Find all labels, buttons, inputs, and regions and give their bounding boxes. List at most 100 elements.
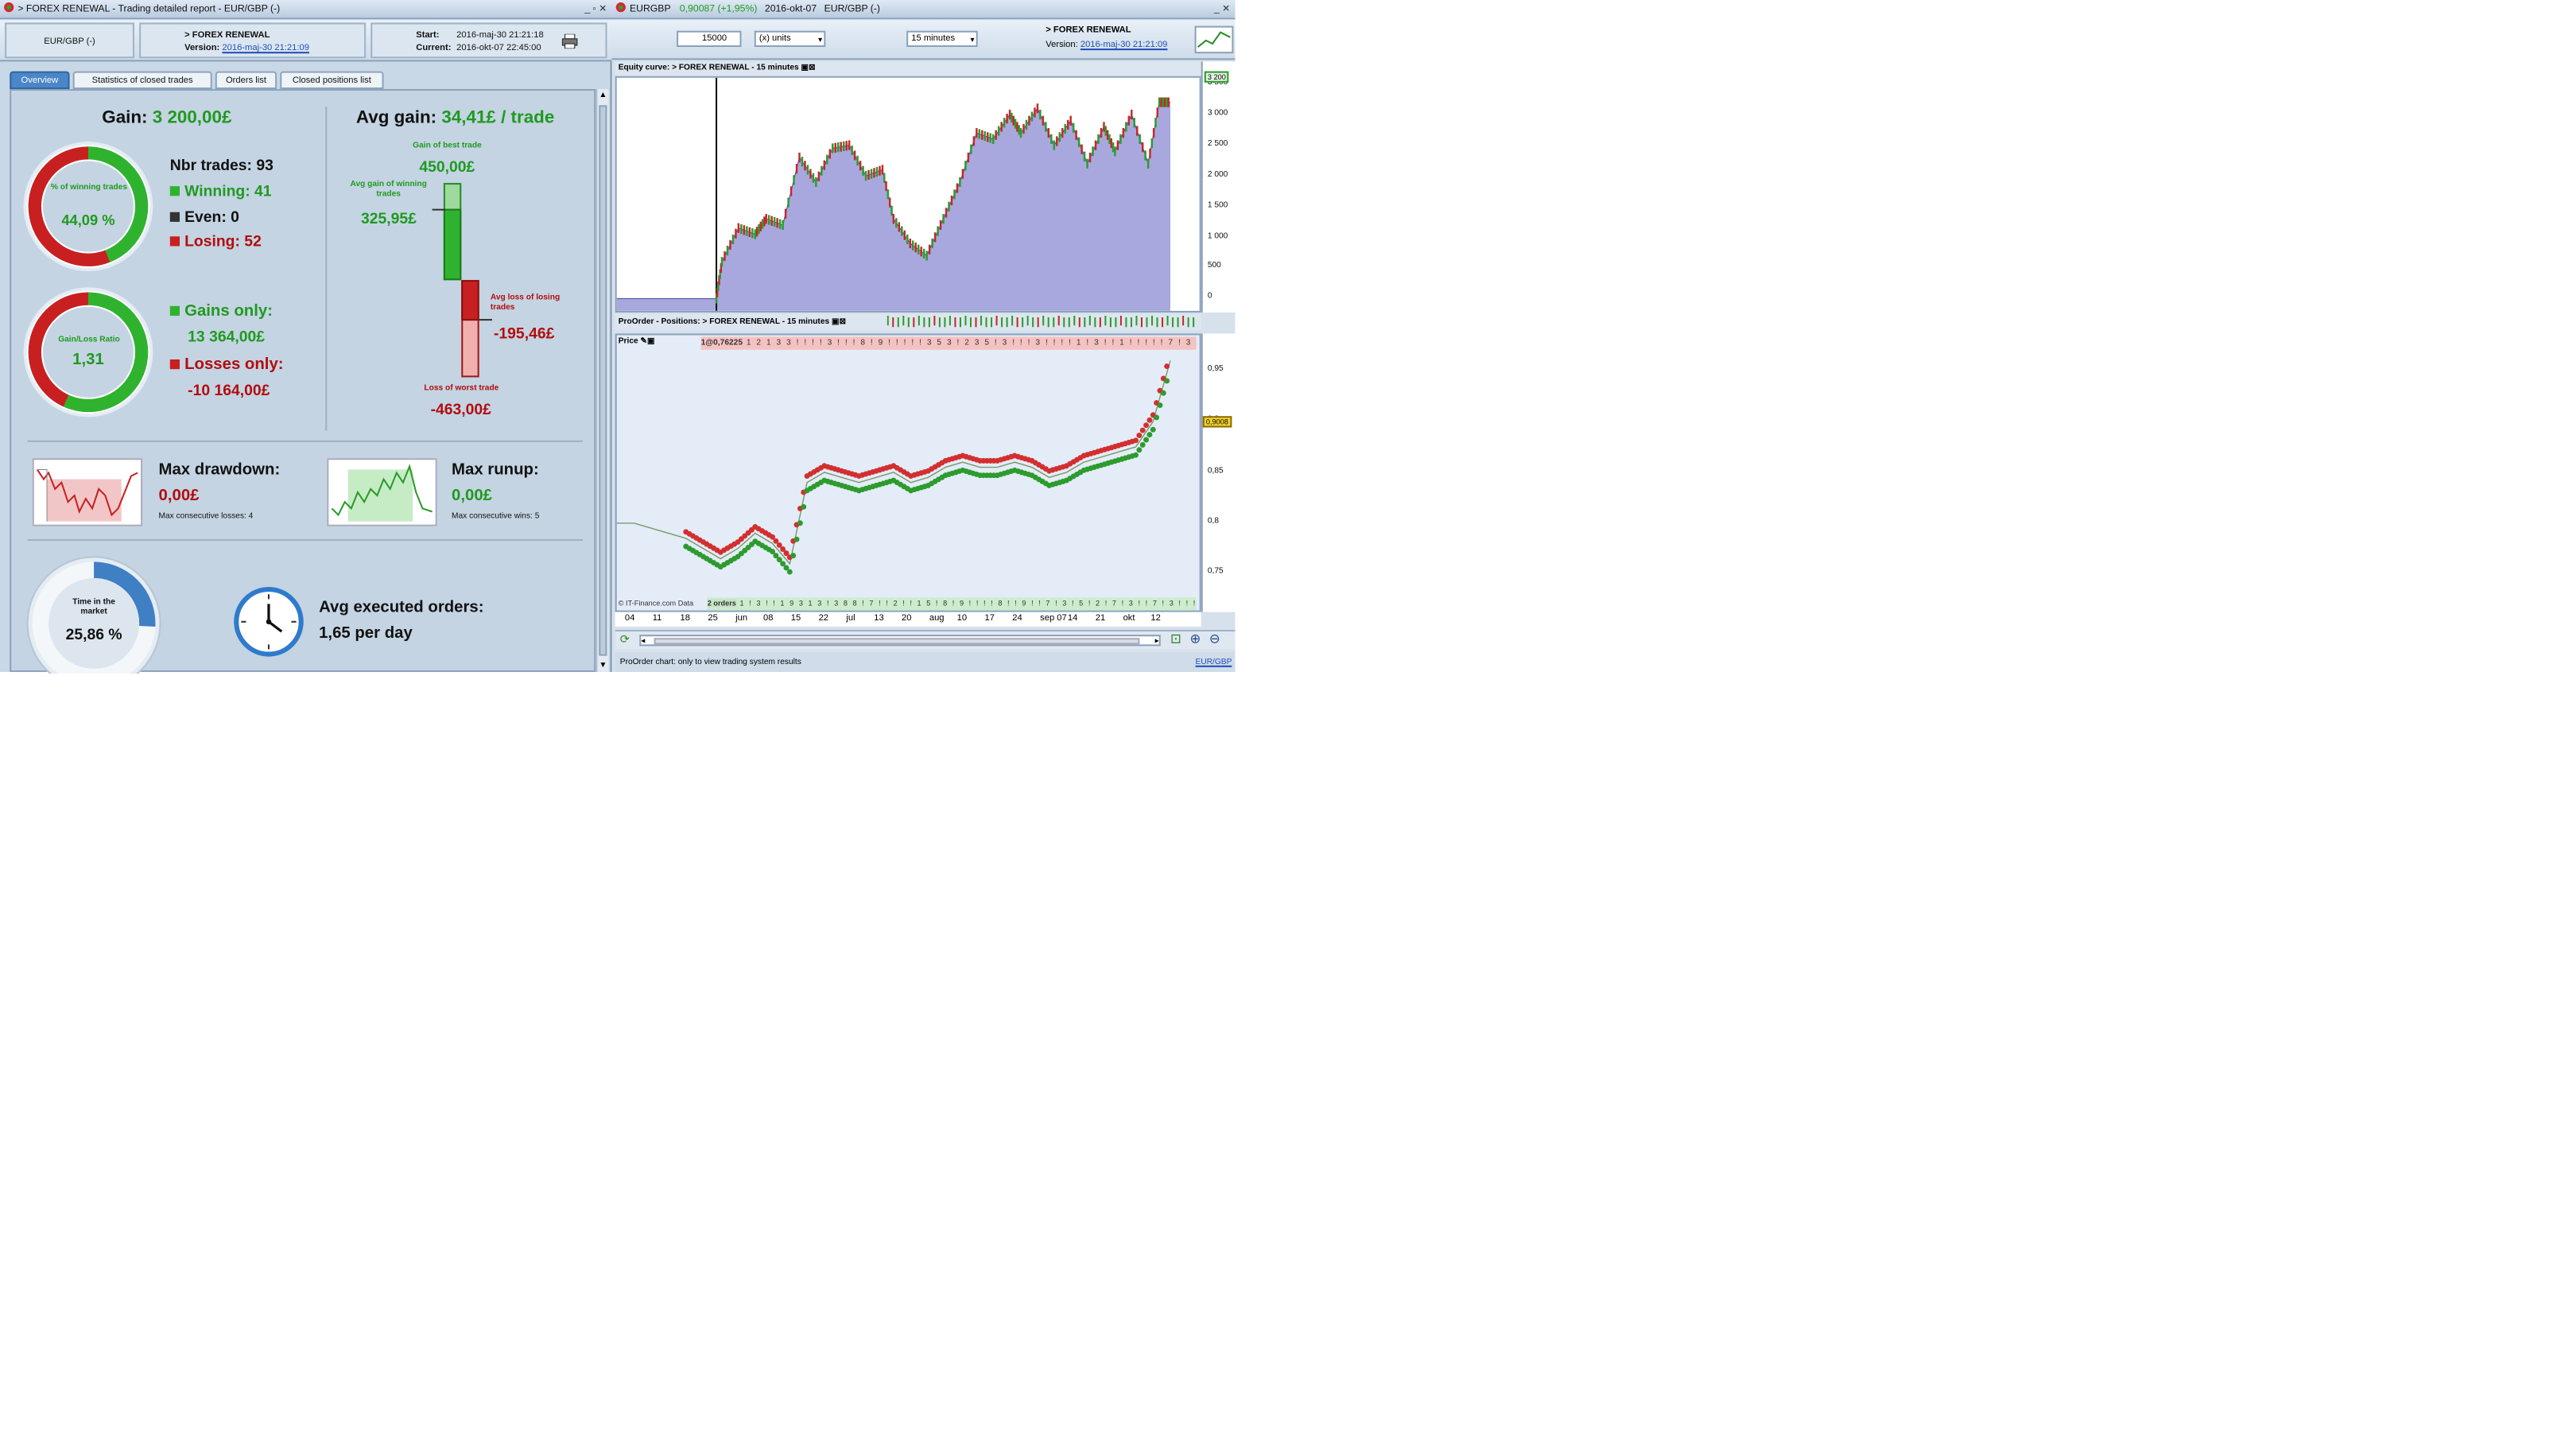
- equity-candle: [1104, 126, 1108, 136]
- scroll-thumb[interactable]: [599, 105, 607, 656]
- time-tick: 18: [680, 613, 690, 623]
- position-tick: [1078, 317, 1080, 328]
- quantity-input[interactable]: 15000: [677, 30, 742, 48]
- report-scrollbar[interactable]: ▲ ▼: [596, 88, 609, 672]
- time-tick: sep 07: [1040, 613, 1067, 623]
- equity-y-tick: 1 000: [1207, 231, 1228, 241]
- print-icon[interactable]: [561, 33, 578, 52]
- tab-closed-positions[interactable]: Closed positions list: [280, 71, 384, 89]
- equity-candle: [798, 152, 801, 163]
- equity-chart[interactable]: [615, 76, 1201, 313]
- time-tick: 20: [902, 613, 912, 623]
- best-trade-value: 450,00£: [419, 158, 475, 177]
- short-marker: [1146, 417, 1153, 423]
- mini-chart-icon[interactable]: [1194, 25, 1234, 54]
- tab-orders-list[interactable]: Orders list: [215, 71, 277, 89]
- gain-heading: Gain: 3 200,00£: [102, 108, 231, 127]
- equity-candle: [867, 169, 870, 180]
- chevron-down-icon[interactable]: ▾: [818, 34, 822, 49]
- equity-candle: [945, 208, 948, 218]
- equity-candle: [1039, 109, 1042, 120]
- equity-candle: [755, 227, 758, 237]
- tab-overview[interactable]: Overview: [10, 71, 70, 89]
- chart-scroll-thumb[interactable]: [654, 638, 1140, 645]
- pct-winning-label: % of winning trades: [50, 183, 128, 193]
- winning-label: Winning: 41: [184, 183, 272, 201]
- position-tick: [1125, 317, 1127, 328]
- units-select[interactable]: (x) units ▾: [754, 30, 826, 49]
- equity-candle: [1011, 112, 1013, 122]
- max-consec-losses: Max consecutive losses: 4: [158, 511, 254, 522]
- equity-candle: [1097, 134, 1100, 144]
- pencil-icon[interactable]: ✎: [640, 336, 647, 346]
- window-icon[interactable]: ▣: [801, 63, 809, 72]
- equity-candle: [759, 221, 762, 231]
- chart-titlebar[interactable]: EURGBP 0,90087 (+1,95%) 2016-okt-07 EUR/…: [611, 0, 1236, 20]
- equity-candle: [804, 161, 806, 171]
- tab-statistics[interactable]: Statistics of closed trades: [72, 71, 212, 89]
- equity-candle: [758, 223, 760, 235]
- time-tick: 21: [1095, 613, 1106, 623]
- scroll-up-icon[interactable]: ▲: [599, 91, 607, 100]
- zoom-fit-icon[interactable]: ⊡: [1170, 631, 1181, 646]
- system-name: > FOREX RENEWAL: [184, 30, 270, 41]
- max-drawdown-value: 0,00£: [158, 487, 200, 506]
- equity-candle: [856, 155, 859, 165]
- equity-candle: [1069, 115, 1072, 126]
- equity-candle: [981, 130, 983, 140]
- scroll-right-icon[interactable]: ▸: [1155, 636, 1159, 646]
- equity-candle: [763, 216, 766, 227]
- report-titlebar[interactable]: > FOREX RENEWAL - Trading detailed repor…: [0, 0, 612, 20]
- window-controls[interactable]: _ ▫ ✕: [584, 0, 607, 17]
- equity-candle: [817, 171, 821, 181]
- time-in-market-label: Time in the market: [72, 597, 115, 617]
- status-bar: ProOrder chart: only to view trading sys…: [615, 652, 1236, 672]
- zoom-in-icon[interactable]: ⊕: [1189, 631, 1201, 646]
- version-link[interactable]: 2016-maj-30 21:21:09: [222, 44, 309, 53]
- equity-candle: [1086, 158, 1088, 169]
- timeframe-select[interactable]: 15 minutes ▾: [906, 30, 978, 49]
- window-icon[interactable]: ▣: [647, 336, 655, 346]
- time-tick: 25: [708, 613, 718, 623]
- scroll-left-icon[interactable]: ◂: [641, 636, 645, 646]
- report-title: > FOREX RENEWAL - Trading detailed repor…: [17, 5, 281, 15]
- zoom-out-icon[interactable]: ⊖: [1209, 631, 1220, 646]
- window-controls[interactable]: _ ✕: [1214, 0, 1230, 17]
- scroll-down-icon[interactable]: ▼: [599, 661, 607, 670]
- gains-only-label: Gains only:: [184, 302, 273, 321]
- long-marker: [1146, 432, 1153, 438]
- clock-icon: [233, 586, 305, 658]
- refresh-icon[interactable]: ⟳: [620, 633, 630, 646]
- avg-orders-value: 1,65 per day: [319, 624, 413, 643]
- price-chart[interactable]: Price ✎▣ 1@0,76225 1 2 1 3 3 ! ! ! ! 3 !…: [615, 333, 1201, 612]
- status-instrument-link[interactable]: EUR/GBP: [1196, 653, 1232, 672]
- equity-candle: [740, 223, 743, 235]
- equity-candle: [823, 160, 826, 170]
- equity-candle: [1127, 115, 1131, 126]
- gain-value: 3 200,00£: [152, 108, 232, 128]
- equity-candle: [898, 222, 901, 232]
- version-label: Version:: [184, 43, 220, 54]
- equity-candle: [1025, 119, 1028, 130]
- avg-gain-winning-label: Avg gain of winning trades: [350, 179, 427, 200]
- equity-candle: [1125, 122, 1127, 132]
- chart-version-link[interactable]: 2016-maj-30 21:21:09: [1080, 41, 1168, 50]
- gains-only-value: 13 364,00£: [188, 328, 265, 347]
- close-icon[interactable]: ⊠: [840, 317, 847, 327]
- equity-candle: [1156, 107, 1159, 118]
- equity-candle: [1103, 122, 1105, 132]
- gain-loss-ratio-donut: Gain/Loss Ratio 1,31: [21, 285, 155, 419]
- equity-candle: [773, 216, 776, 227]
- close-icon[interactable]: ⊠: [809, 63, 816, 72]
- positions-panel-header: ProOrder - Positions: > FOREX RENEWAL - …: [615, 313, 1201, 331]
- equity-candle: [726, 245, 729, 256]
- equity-candle: [983, 130, 986, 142]
- equity-candle: [848, 140, 851, 150]
- equity-candle: [895, 218, 898, 228]
- chart-scrollbar[interactable]: ◂ ▸: [639, 635, 1161, 647]
- position-tick: [1032, 317, 1034, 328]
- position-tick: [1104, 316, 1107, 326]
- drawdown-thumbnail: [32, 458, 143, 526]
- position-tick: [1099, 317, 1101, 328]
- chevron-down-icon[interactable]: ▾: [971, 34, 975, 49]
